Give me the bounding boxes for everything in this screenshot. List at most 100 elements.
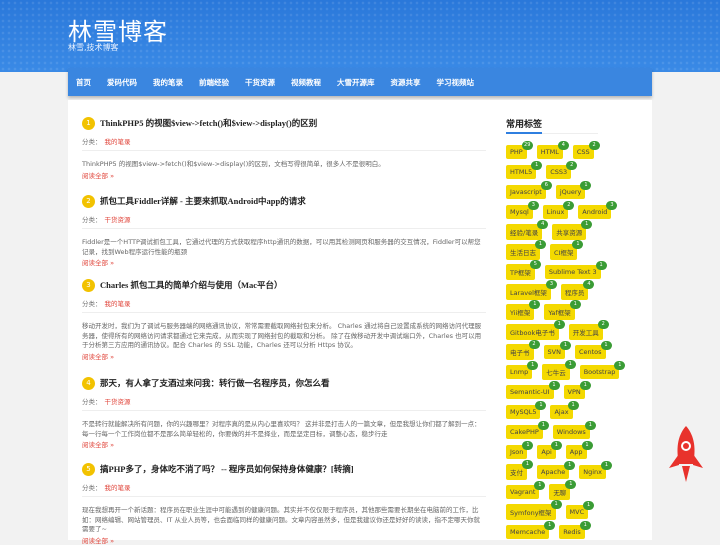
- tag-link[interactable]: Nginx 1: [579, 461, 613, 479]
- tag-link[interactable]: Apache 1: [537, 461, 576, 479]
- post-excerpt: 不是转行就能解决所有问题，你的兴趣哪里？对程序真的是从内心里喜欢吗？ 这并非是打…: [82, 420, 481, 438]
- post-title-link[interactable]: 抓包工具Fiddler详解 - 主要来抓取Android中app的请求: [100, 195, 306, 207]
- tag-count-badge: 1: [581, 220, 593, 229]
- category-link[interactable]: 我的笔录: [105, 138, 131, 146]
- tag-count-badge: 1: [522, 441, 534, 450]
- tag-row: 经验/笔录 4 共享资源 1: [506, 220, 602, 242]
- tag-link[interactable]: Json 1: [506, 441, 534, 459]
- tag-label: 开发工具: [572, 329, 599, 337]
- tag-link[interactable]: MySQL5 1: [506, 401, 547, 419]
- nav-item[interactable]: 爱码代码: [99, 77, 145, 88]
- post-meta: 分类： 我的笔录: [82, 482, 486, 492]
- tag-link[interactable]: 无聊 1: [549, 480, 577, 500]
- tag-count-badge: 1: [548, 381, 560, 390]
- tag-link[interactable]: Redis 1: [559, 521, 591, 539]
- nav-item[interactable]: 学习视频站: [429, 77, 483, 88]
- tag-link[interactable]: CI框架 1: [550, 240, 584, 260]
- tag-link[interactable]: Centos 1: [574, 341, 612, 359]
- tag-link[interactable]: 经验/笔录 4: [506, 220, 549, 240]
- tag-link[interactable]: Lnmp 1: [506, 361, 539, 379]
- tag-link[interactable]: Android 3: [578, 201, 618, 219]
- nav-item[interactable]: 资源共享: [383, 77, 429, 88]
- tag-link[interactable]: Ajax 1: [550, 401, 579, 419]
- nav-item[interactable]: 视频教程: [283, 77, 329, 88]
- tag-row: Javascript 6 jQuery 1: [506, 181, 602, 202]
- tag-link[interactable]: Semantic-UI 1: [506, 381, 560, 399]
- post-title-link[interactable]: 那天，有人拿了支酒过来问我：转行做一名程序员，你怎么看: [100, 377, 330, 389]
- tag-count-badge: 4: [557, 141, 569, 150]
- tag-link[interactable]: CSS3 2: [546, 161, 578, 179]
- tag-link[interactable]: 支付 1: [506, 460, 533, 480]
- read-more-link[interactable]: 阅读全部 »: [82, 439, 486, 449]
- post-item: 4 那天，有人拿了支酒过来问我：转行做一名程序员，你怎么看 分类： 干货资源 不是转行就…: [82, 376, 486, 449]
- tag-count-badge: 3: [527, 201, 539, 210]
- tag-row: Memcache 1 Redis 1: [506, 521, 602, 542]
- nav-item[interactable]: 大雪开源库: [329, 77, 383, 88]
- tag-count-badge: 2: [566, 161, 578, 170]
- tag-link[interactable]: 开发工具 2: [568, 320, 609, 340]
- tag-link[interactable]: PHP 29: [506, 141, 533, 159]
- tag-link[interactable]: Yaf框架 1: [544, 300, 581, 320]
- tag-link[interactable]: Laravel框架 3: [506, 280, 557, 300]
- tag-count-badge: 1: [529, 300, 541, 309]
- tag-link[interactable]: App 1: [565, 441, 593, 459]
- tag-link[interactable]: Memcache 1: [506, 521, 556, 539]
- tag-link[interactable]: Yii框架 1: [506, 300, 541, 320]
- nav-item[interactable]: 首页: [68, 77, 99, 88]
- tag-link[interactable]: 电子书 2: [506, 340, 540, 360]
- tag-link[interactable]: MVC 1: [565, 501, 595, 519]
- tag-link[interactable]: HTML 4: [536, 141, 569, 159]
- post-excerpt: 移动开发时，我们为了调试与服务器端的网络通讯协议，常常需要截取网络封包来分析。 …: [82, 322, 482, 349]
- post-title-link[interactable]: ThinkPHP5 的视图$view->fetch()和$view->displ…: [100, 117, 317, 129]
- tag-link[interactable]: HTML5 1: [506, 161, 543, 179]
- post-divider: [82, 410, 486, 411]
- read-more-link[interactable]: 阅读全部 »: [82, 351, 486, 361]
- tag-link[interactable]: CSS 2: [572, 141, 600, 159]
- tag-link[interactable]: Gitbook电子书 1: [506, 320, 565, 340]
- tag-row: 支付 1 Apache 1 Nginx 1: [506, 460, 613, 482]
- tag-count-badge: 1: [569, 300, 581, 309]
- post-title-link[interactable]: 搞PHP多了，身体吃不消了吗？ -- 程序员如何保持身体健康？[转摘]: [100, 463, 354, 475]
- tag-link[interactable]: SVN 1: [543, 341, 571, 359]
- category-label: 分类：: [82, 138, 102, 146]
- category-link[interactable]: 我的笔录: [105, 484, 131, 492]
- category-link[interactable]: 我的笔录: [105, 300, 131, 308]
- tag-link[interactable]: Bootstrap 1: [579, 361, 626, 379]
- tag-count-badge: 1: [567, 401, 579, 410]
- tag-label: MySQL5: [510, 408, 537, 416]
- tag-link[interactable]: Vagrant 1: [506, 481, 546, 499]
- tag-label: TP框架: [510, 269, 531, 277]
- post-title-link[interactable]: Charles 抓包工具的简单介绍与使用（Mac平台）: [100, 279, 283, 291]
- tag-count-badge: 3: [606, 201, 618, 210]
- tag-count-badge: 1: [537, 421, 549, 430]
- read-more-link[interactable]: 阅读全部 »: [82, 170, 486, 180]
- tag-label: Redis: [563, 528, 581, 536]
- category-link[interactable]: 干货资源: [105, 216, 131, 224]
- tag-link[interactable]: TP框架 5: [506, 260, 541, 280]
- read-more-link[interactable]: 阅读全部 »: [82, 257, 486, 267]
- tag-row: 电子书 2 SVN 1 Centos 1: [506, 340, 612, 362]
- tag-link[interactable]: 程序员 4: [560, 280, 595, 300]
- category-link[interactable]: 干货资源: [105, 398, 131, 406]
- tag-label: MVC: [569, 508, 585, 516]
- tag-link[interactable]: Linux 2: [542, 201, 575, 219]
- tag-link[interactable]: Sublime Text 31: [544, 261, 607, 279]
- tag-link[interactable]: 共享资源 1: [552, 220, 593, 240]
- tag-link[interactable]: jQuery 1: [555, 181, 592, 199]
- tag-link[interactable]: Javascript 6: [506, 181, 552, 199]
- tag-link[interactable]: Symfony框架 1: [506, 500, 562, 520]
- tag-link[interactable]: Windows 1: [552, 421, 596, 439]
- tag-link[interactable]: 七牛云 1: [542, 360, 576, 380]
- tag-link[interactable]: CakePHP 1: [506, 421, 549, 439]
- tag-label: Linux: [546, 208, 565, 216]
- tag-link[interactable]: VPN 1: [563, 381, 591, 399]
- nav-item[interactable]: 干货资源: [237, 77, 283, 88]
- tag-link[interactable]: Api 1: [537, 441, 562, 459]
- tag-link[interactable]: Mysql 3: [506, 201, 539, 219]
- tag-label: SVN: [547, 348, 561, 356]
- tag-row: Gitbook电子书 1 开发工具 2: [506, 320, 609, 342]
- nav-item[interactable]: 我的笔录: [145, 77, 191, 88]
- tag-link[interactable]: 生活日志 1: [506, 240, 546, 260]
- rocket-icon[interactable]: [664, 424, 708, 488]
- nav-item[interactable]: 前端经验: [191, 77, 237, 88]
